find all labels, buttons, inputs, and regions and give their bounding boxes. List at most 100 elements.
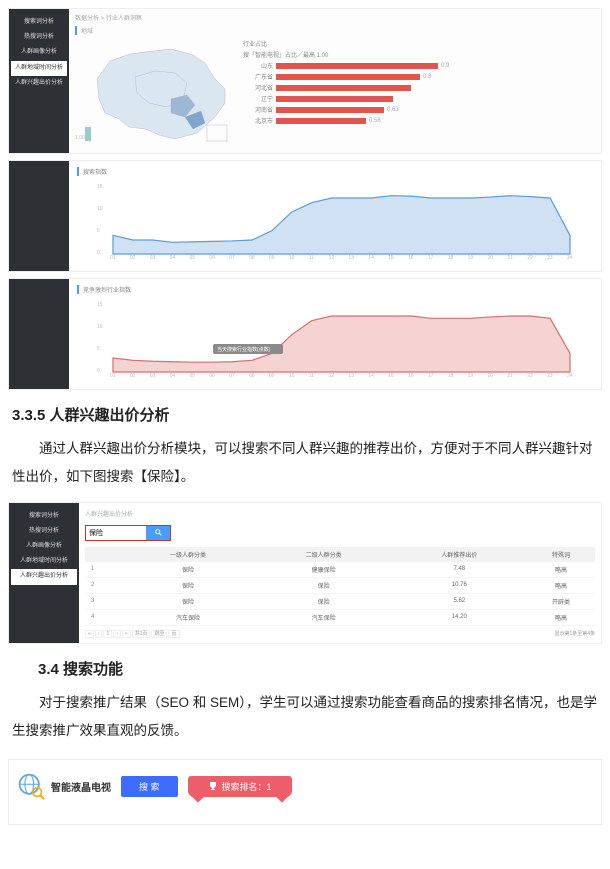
competition-index-chart-panel: 竞争激烈行业指数 15 10 5 0 010203040506070809101… xyxy=(8,278,602,390)
svg-text:23: 23 xyxy=(547,373,553,378)
svg-text:20: 20 xyxy=(488,255,494,260)
svg-text:13: 13 xyxy=(348,373,354,378)
region-bar xyxy=(276,96,393,102)
bid-sidebar-3[interactable]: 人群地域时间分析 xyxy=(11,554,77,569)
svg-text:11: 11 xyxy=(309,255,314,260)
region-bar xyxy=(276,118,366,124)
svg-text:5: 5 xyxy=(97,228,100,234)
table-row: 3保险保险5.62开辟类 xyxy=(85,593,595,609)
svg-text:03: 03 xyxy=(150,373,156,378)
bid-col: 一级人群分类 xyxy=(120,547,256,562)
svg-text:15: 15 xyxy=(97,184,103,190)
region-title: 行业占比 xyxy=(243,39,595,48)
region-value: 0.9 xyxy=(441,63,449,69)
svg-text:0: 0 xyxy=(97,368,100,374)
region-bar xyxy=(276,85,411,91)
sidebar-item-4[interactable]: 人群兴趣出价分析 xyxy=(11,76,67,91)
bid-table: 一级人群分类二级人群分类人群推荐出价特殊词 1保险健康保险7.48略高2保险保险… xyxy=(85,547,595,626)
rank-badge: 搜索排名：1 xyxy=(188,776,292,797)
bid-col: 二级人群分类 xyxy=(256,547,392,562)
region-bars: 行业占比 搜「智能电视」占比／最高 1.00 山东 0.9广东省 0.8河北省 … xyxy=(243,39,595,149)
pager-btn[interactable]: 1 xyxy=(103,630,112,638)
svg-text:19: 19 xyxy=(468,373,474,378)
region-subtitle: 搜「智能电视」占比／最高 1.00 xyxy=(243,50,595,59)
sidebar-item-1[interactable]: 热搜词分析 xyxy=(11,30,67,45)
svg-text:03: 03 xyxy=(150,255,156,260)
table-row: 2保险保险10.76略高 xyxy=(85,577,595,593)
product-logo: 智能液晶电视 xyxy=(17,772,111,800)
chart-blue: 15 10 5 0 010203040506070809101112131415… xyxy=(77,180,593,260)
bid-col xyxy=(85,547,120,562)
svg-text:04: 04 xyxy=(170,255,176,260)
svg-text:08: 08 xyxy=(249,255,255,260)
chart-title-red: 竞争激烈行业指数 xyxy=(77,285,593,294)
bid-sidebar-1[interactable]: 热搜词分析 xyxy=(11,524,77,539)
svg-text:23: 23 xyxy=(547,255,553,260)
svg-text:15: 15 xyxy=(388,255,394,260)
svg-text:16: 16 xyxy=(408,255,414,260)
pager-btn[interactable]: « xyxy=(85,630,94,638)
bid-search-box xyxy=(85,525,171,541)
bid-analysis-panel: 搜索词分析 热搜词分析 人群画像分析 人群地域时间分析 人群兴趣出价分析 人群兴… xyxy=(8,502,602,644)
bid-search-input[interactable] xyxy=(86,526,146,540)
globe-search-icon xyxy=(17,772,45,800)
pager-btn[interactable]: 跳至 xyxy=(151,630,167,638)
svg-text:20: 20 xyxy=(488,373,494,378)
bid-col: 人群推荐出价 xyxy=(391,547,527,562)
pager-btn[interactable]: 页 xyxy=(168,630,179,638)
bid-sidebar-4[interactable]: 人群兴趣出价分析 xyxy=(11,569,77,584)
pager-btn[interactable]: › xyxy=(113,630,121,638)
pager-btn[interactable]: » xyxy=(122,630,131,638)
svg-text:5: 5 xyxy=(97,346,100,352)
search-index-chart-panel: 搜索指数 15 10 5 0 0102030405060708091011121… xyxy=(8,160,602,272)
bid-search-button[interactable] xyxy=(146,526,170,540)
svg-text:11: 11 xyxy=(309,373,314,378)
svg-text:12: 12 xyxy=(329,373,335,378)
svg-text:15: 15 xyxy=(388,373,394,378)
bid-sidebar-0[interactable]: 搜索词分析 xyxy=(11,509,77,524)
region-label: 北京市 xyxy=(243,116,273,125)
svg-text:09: 09 xyxy=(269,255,275,260)
region-value: 0.8 xyxy=(423,74,431,80)
sidebar-item-0[interactable]: 搜索词分析 xyxy=(11,15,67,30)
bid-sidebar: 搜索词分析 热搜词分析 人群画像分析 人群地域时间分析 人群兴趣出价分析 xyxy=(9,503,79,643)
svg-text:08: 08 xyxy=(249,373,255,378)
bid-breadcrumb: 人群兴趣出价分析 xyxy=(85,509,595,518)
svg-text:05: 05 xyxy=(189,255,195,260)
svg-text:19: 19 xyxy=(468,255,474,260)
svg-text:14: 14 xyxy=(368,373,374,378)
search-button[interactable]: 搜 索 xyxy=(121,776,178,797)
svg-text:01: 01 xyxy=(110,373,116,378)
region-analysis-panel: 搜索词分析 热搜词分析 人群画像分析 人群地域时间分析 人群兴趣出价分析 数据分… xyxy=(8,8,602,154)
sidebar-item-2[interactable]: 人群画像分析 xyxy=(11,45,67,60)
svg-text:02: 02 xyxy=(130,373,136,378)
pager-btn[interactable]: ‹ xyxy=(95,630,103,638)
svg-text:18: 18 xyxy=(448,373,454,378)
svg-text:21: 21 xyxy=(507,373,513,378)
sidebar-item-3[interactable]: 人群地域时间分析 xyxy=(11,61,67,76)
search-icon xyxy=(155,529,162,536)
region-value: 0.63 xyxy=(387,107,399,113)
region-label: 广东省 xyxy=(243,72,273,81)
bid-sidebar-2[interactable]: 人群画像分析 xyxy=(11,539,77,554)
analytics-sidebar: 搜索词分析 热搜词分析 人群画像分析 人群地域时间分析 人群兴趣出价分析 xyxy=(9,9,69,153)
para-34: 对于搜索推广结果（SEO 和 SEM），学生可以通过搜索功能查看商品的搜索排名情… xyxy=(12,689,598,746)
svg-text:09: 09 xyxy=(269,373,275,378)
heading-335: 3.3.5 人群兴趣出价分析 xyxy=(12,404,602,425)
svg-text:07: 07 xyxy=(229,373,235,378)
svg-text:06: 06 xyxy=(209,255,215,260)
product-search-bar: 智能液晶电视 搜 索 搜索排名：1 xyxy=(8,759,602,825)
pager-btn[interactable]: 共1页 xyxy=(132,630,151,638)
svg-text:05: 05 xyxy=(189,373,195,378)
chart-title-blue: 搜索指数 xyxy=(77,167,593,176)
region-bar xyxy=(276,107,384,113)
svg-text:16: 16 xyxy=(408,373,414,378)
svg-text:15: 15 xyxy=(97,302,103,308)
svg-text:24: 24 xyxy=(567,373,573,378)
svg-text:13: 13 xyxy=(348,255,354,260)
trophy-icon xyxy=(208,781,218,791)
svg-text:10: 10 xyxy=(97,324,103,330)
svg-text:07: 07 xyxy=(229,255,235,260)
para-335: 通过人群兴趣出价分析模块，可以搜索不同人群兴趣的推荐出价，方便对于不同人群兴趣针… xyxy=(12,435,598,492)
region-label: 山东 xyxy=(243,61,273,70)
